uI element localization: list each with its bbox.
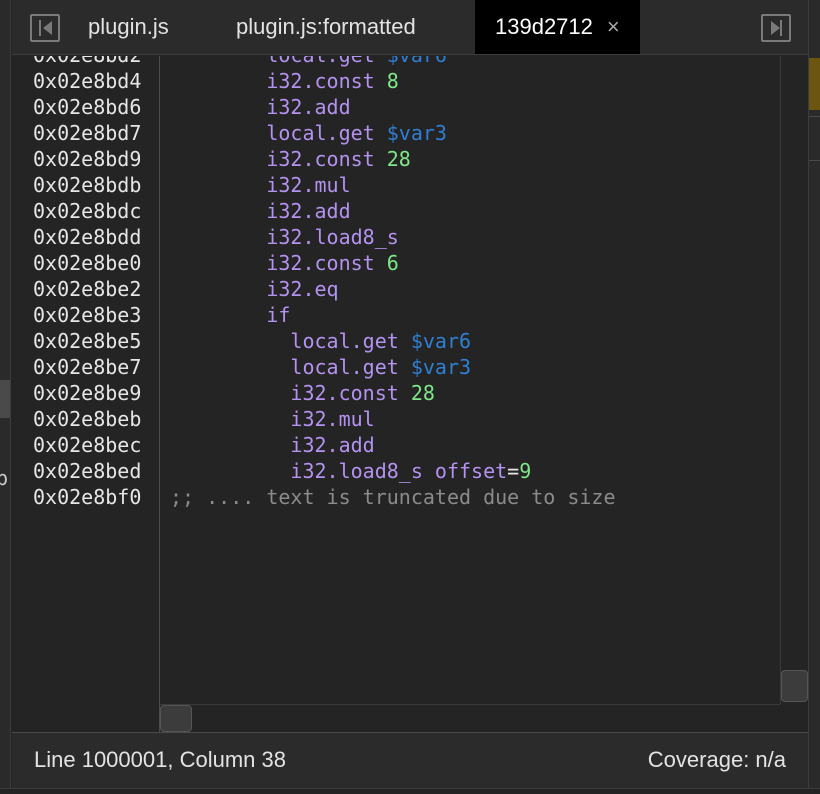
code-line: i32.add <box>290 433 375 457</box>
divider <box>809 160 820 161</box>
cursor-position[interactable]: Line 1000001, Column 38 <box>34 733 286 787</box>
address: 0x02e8bd6 <box>33 95 142 119</box>
triangle-left-icon <box>43 21 52 35</box>
panel-edge-icon <box>780 20 782 36</box>
code-line: i32.add <box>266 199 351 223</box>
code-editor[interactable]: local.get $var6 i32.const 8 i32.add loca… <box>159 56 781 704</box>
vertical-scroll-thumb[interactable] <box>781 670 808 702</box>
address: 0x02e8bdb <box>33 173 142 197</box>
bottom-edge <box>0 788 820 794</box>
tab-bar: plugin.js plugin.js:formatted 139d2712 × <box>12 0 808 55</box>
code-line: i32.mul <box>266 173 351 197</box>
address: 0x02e8be5 <box>33 329 142 353</box>
code-line: local.get $var6 <box>170 56 447 68</box>
address: 0x02e8be2 <box>33 277 142 301</box>
address: 0x02e8bd9 <box>33 147 142 171</box>
address: 0x02e8be0 <box>33 251 142 275</box>
close-icon[interactable]: × <box>607 14 620 39</box>
address: 0x02e8be9 <box>33 381 142 405</box>
left-panel-selection <box>0 380 10 418</box>
tab-plugin-js-formatted[interactable]: plugin.js:formatted <box>216 0 436 54</box>
code-line: local.get $var6 <box>290 329 472 353</box>
vertical-scrollbar[interactable] <box>780 56 808 704</box>
code-line: i32.load8_s offset=9 <box>290 459 532 483</box>
horizontal-scrollbar[interactable] <box>159 704 780 732</box>
address: 0x02e8bdd <box>33 225 142 249</box>
left-panel-edge: b: <box>0 0 20 794</box>
status-bar: Line 1000001, Column 38 Coverage: n/a <box>12 732 808 788</box>
code-line: i32.const 28 <box>290 381 435 405</box>
scroll-marker <box>809 58 820 110</box>
show-navigator-button[interactable] <box>30 14 60 42</box>
tab-label: 139d2712 <box>495 14 593 39</box>
code-line: if <box>266 303 291 327</box>
horizontal-scroll-thumb[interactable] <box>160 705 192 732</box>
address: 0x02e8bed <box>33 459 142 483</box>
address: 0x02e8be3 <box>33 303 142 327</box>
address: 0x02e8bd7 <box>33 121 142 145</box>
address: 0x02e8bec <box>33 433 142 457</box>
code-line: i32.const 6 <box>266 251 399 275</box>
divider <box>809 116 820 117</box>
code-line: i32.const 8 <box>266 69 399 93</box>
tab-plugin-js[interactable]: plugin.js <box>68 0 189 54</box>
address: 0x02e8bdc <box>33 199 142 223</box>
code-line: i32.const 28 <box>266 147 411 171</box>
code-line: i32.eq <box>266 277 339 301</box>
code-line: i32.mul <box>290 407 375 431</box>
panel-edge-icon <box>39 20 41 36</box>
right-panel-edge <box>808 0 820 794</box>
tab-label: plugin.js:formatted <box>236 14 416 39</box>
address: 0x02e8bf0 <box>33 485 142 509</box>
address: 0x02e8beb <box>33 407 142 431</box>
code-line: i32.load8_s <box>266 225 399 249</box>
coverage-status: Coverage: n/a <box>647 747 786 772</box>
code-line: local.get $var3 <box>266 121 447 145</box>
address: 0x02e8bd4 <box>33 69 142 93</box>
line-number-gutter: 0x02e8bd2 0x02e8bd4 0x02e8bd6 0x02e8bd7 … <box>12 56 159 732</box>
triangle-right-icon <box>771 21 780 35</box>
tab-139d2712[interactable]: 139d2712 × <box>475 0 640 54</box>
code-line: local.get $var3 <box>290 355 472 379</box>
tab-label: plugin.js <box>88 14 169 39</box>
truncation-comment: ;; .... text is truncated due to size <box>170 485 616 509</box>
code-line: i32.add <box>266 95 351 119</box>
address: 0x02e8be7 <box>33 355 142 379</box>
address: 0x02e8bd2 <box>33 56 141 68</box>
show-debugger-button[interactable] <box>761 14 791 42</box>
